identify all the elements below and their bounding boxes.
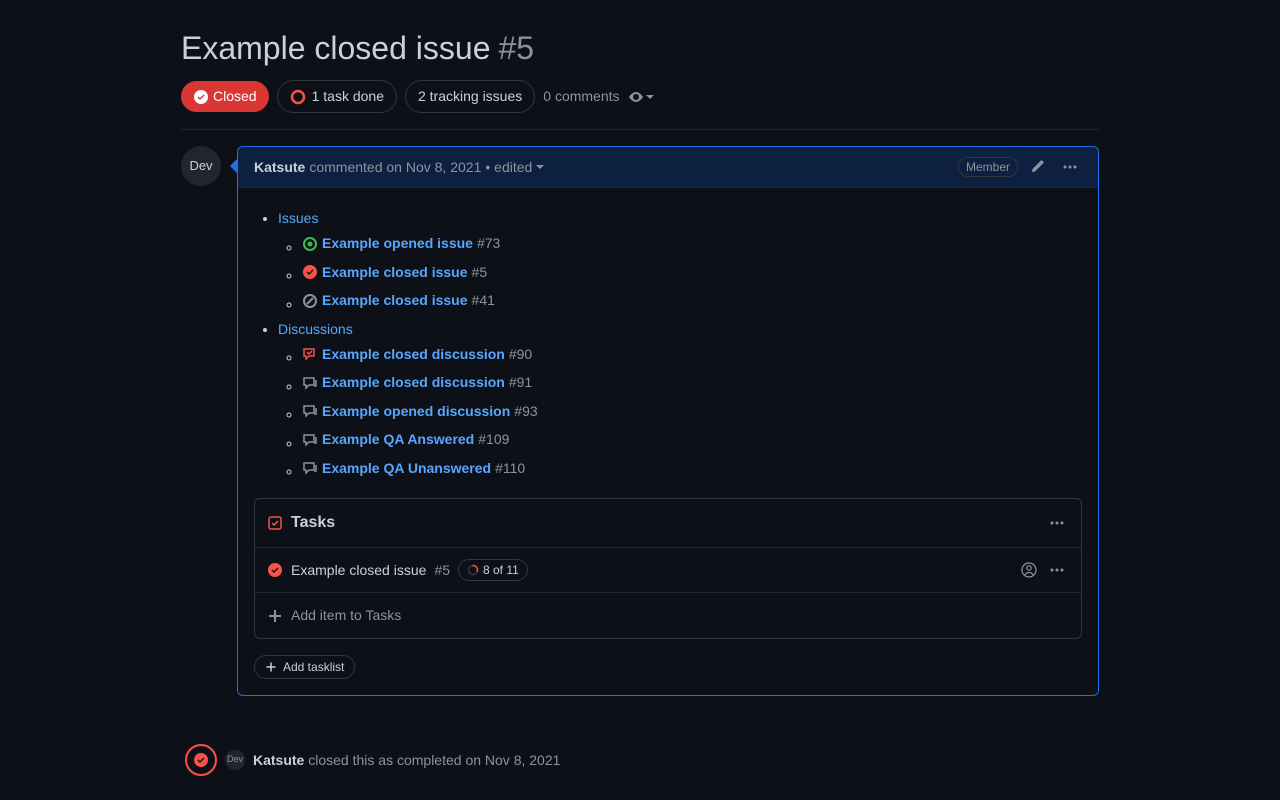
- comment-box: Katsute commented on Nov 8, 2021 • edite…: [237, 146, 1099, 696]
- list-item[interactable]: Example closed discussion #91: [302, 372, 1082, 397]
- section-link[interactable]: Issues: [278, 210, 318, 226]
- link-title: Example opened discussion: [322, 401, 510, 422]
- eye-icon: [628, 89, 644, 105]
- comments-count: 0 comments: [543, 86, 619, 107]
- discussion-red-icon: [302, 346, 318, 362]
- comment-body: IssuesExample opened issue #73Example cl…: [238, 188, 1098, 695]
- subscribe-menu[interactable]: [628, 89, 654, 105]
- discussion-icon: [302, 403, 318, 419]
- link-ref: #73: [477, 233, 500, 254]
- closed-gray-icon: [302, 293, 318, 309]
- edit-button[interactable]: [1026, 155, 1050, 179]
- list-item[interactable]: Example closed discussion #90: [302, 344, 1082, 369]
- comment-edited-label[interactable]: • edited: [485, 157, 532, 178]
- avatar[interactable]: Dev: [181, 146, 221, 186]
- kebab-icon: [1049, 515, 1065, 531]
- link-ref: #41: [472, 290, 495, 311]
- link-ref: #5: [472, 262, 488, 283]
- link-ref: #91: [509, 372, 532, 393]
- list-item[interactable]: Example QA Answered #109: [302, 429, 1082, 454]
- assignee-icon[interactable]: [1021, 562, 1037, 578]
- issue-closed-icon: [193, 89, 209, 105]
- chevron-down-icon: [646, 95, 654, 99]
- tracking-issues-chip[interactable]: 2 tracking issues: [405, 80, 535, 113]
- tasks-menu-button[interactable]: [1045, 511, 1069, 535]
- small-avatar[interactable]: Dev: [225, 750, 245, 770]
- task-menu-button[interactable]: [1045, 558, 1069, 582]
- tasks-title: Tasks: [291, 511, 335, 535]
- task-done-chip[interactable]: 1 task done: [277, 80, 397, 113]
- list-item[interactable]: Example opened issue #73: [302, 233, 1082, 258]
- task-progress: 8 of 11: [458, 559, 528, 581]
- task-ref: #5: [434, 560, 450, 581]
- link-ref: #110: [495, 458, 525, 479]
- tasklist-icon: [267, 515, 283, 531]
- timeline-event-closed: Dev Katsute closed this as completed on …: [181, 720, 1099, 776]
- link-ref: #90: [509, 344, 532, 365]
- issue-number: #5: [498, 24, 534, 72]
- tasks-card: Tasks Example closed issue #5 8 of 11 Add …: [254, 498, 1082, 639]
- closed-red-icon: [302, 264, 318, 280]
- link-title: Example closed issue: [322, 290, 468, 311]
- task-title: Example closed issue: [291, 560, 426, 581]
- issue-title: Example closed issue: [181, 24, 490, 72]
- list-item[interactable]: Example closed issue #5: [302, 262, 1082, 287]
- progress-ring-icon: [467, 564, 479, 576]
- link-ref: #109: [478, 429, 509, 450]
- issue-header: Example closed issue #5 Closed 1 task do…: [181, 24, 1099, 130]
- comment-menu-button[interactable]: [1058, 155, 1082, 179]
- link-title: Example opened issue: [322, 233, 473, 254]
- link-title: Example closed discussion: [322, 372, 505, 393]
- link-title: Example closed issue: [322, 262, 468, 283]
- role-badge: Member: [958, 157, 1018, 177]
- issue-closed-icon: [193, 752, 209, 768]
- event-closed-marker: [185, 744, 217, 776]
- link-title: Example closed discussion: [322, 344, 505, 365]
- event-text: closed this as completed on Nov 8, 2021: [308, 752, 560, 768]
- event-author[interactable]: Katsute: [253, 752, 304, 768]
- comment-author[interactable]: Katsute: [254, 157, 305, 178]
- list-item[interactable]: Example QA Unanswered #110: [302, 458, 1082, 483]
- add-task-item[interactable]: Add item to Tasks: [255, 593, 1081, 638]
- discussion-icon: [302, 375, 318, 391]
- list-item[interactable]: Example closed issue #41: [302, 290, 1082, 315]
- comment-timestamp: commented on Nov 8, 2021: [309, 157, 481, 178]
- plus-icon: [265, 661, 277, 673]
- section-link[interactable]: Discussions: [278, 321, 353, 337]
- task-row[interactable]: Example closed issue #5 8 of 11: [255, 548, 1081, 593]
- pencil-icon: [1030, 159, 1046, 175]
- tasklist-progress-icon: [290, 89, 306, 105]
- discussion-icon: [302, 460, 318, 476]
- link-title: Example QA Answered: [322, 429, 474, 450]
- discussion-icon: [302, 432, 318, 448]
- open-green-icon: [302, 236, 318, 252]
- plus-icon: [267, 608, 283, 624]
- link-title: Example QA Unanswered: [322, 458, 491, 479]
- kebab-icon: [1062, 159, 1078, 175]
- add-tasklist-button[interactable]: Add tasklist: [254, 655, 355, 679]
- issue-closed-icon: [267, 562, 283, 578]
- list-item[interactable]: Example opened discussion #93: [302, 401, 1082, 426]
- status-badge: Closed: [181, 81, 269, 112]
- chevron-down-icon: [536, 165, 544, 169]
- kebab-icon: [1049, 562, 1065, 578]
- link-ref: #93: [514, 401, 537, 422]
